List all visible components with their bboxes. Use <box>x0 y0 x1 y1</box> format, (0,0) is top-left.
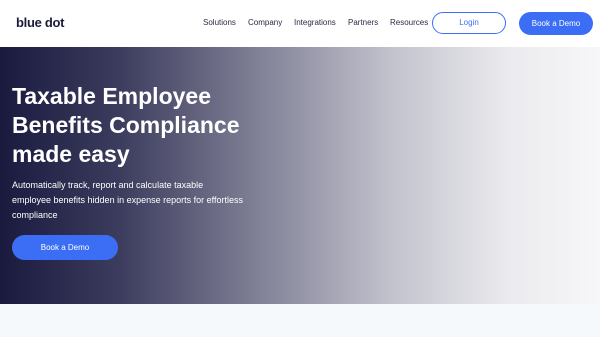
hero-subtitle-line: compliance <box>12 210 58 220</box>
hero-title-line: Benefits Compliance <box>12 112 240 138</box>
hero-subtitle-line: Automatically track, report and calculat… <box>12 180 204 190</box>
top-navigation-bar: blue dot Solutions Company Integrations … <box>0 0 600 47</box>
hero-title: Taxable Employee Benefits Compliance mad… <box>12 82 312 169</box>
nav-item-integrations[interactable]: Integrations <box>294 18 336 30</box>
hero-title-line: made easy <box>12 141 130 167</box>
hero-title-line: Taxable Employee <box>12 83 211 109</box>
hero-subtitle-line: employee benefits hidden in expense repo… <box>12 195 243 205</box>
brand-logo[interactable]: blue dot <box>16 15 64 30</box>
nav-item-company[interactable]: Company <box>248 18 282 30</box>
book-demo-button-header[interactable]: Book a Demo <box>519 12 593 35</box>
hero-subtitle: Automatically track, report and calculat… <box>12 178 282 223</box>
nav-item-partners[interactable]: Partners <box>348 18 378 30</box>
nav-item-resources[interactable]: Resources <box>390 18 428 30</box>
next-section <box>0 304 600 337</box>
book-demo-button-hero[interactable]: Book a Demo <box>12 235 118 260</box>
nav-item-solutions[interactable]: Solutions <box>203 18 236 30</box>
login-button[interactable]: Login <box>432 12 506 34</box>
